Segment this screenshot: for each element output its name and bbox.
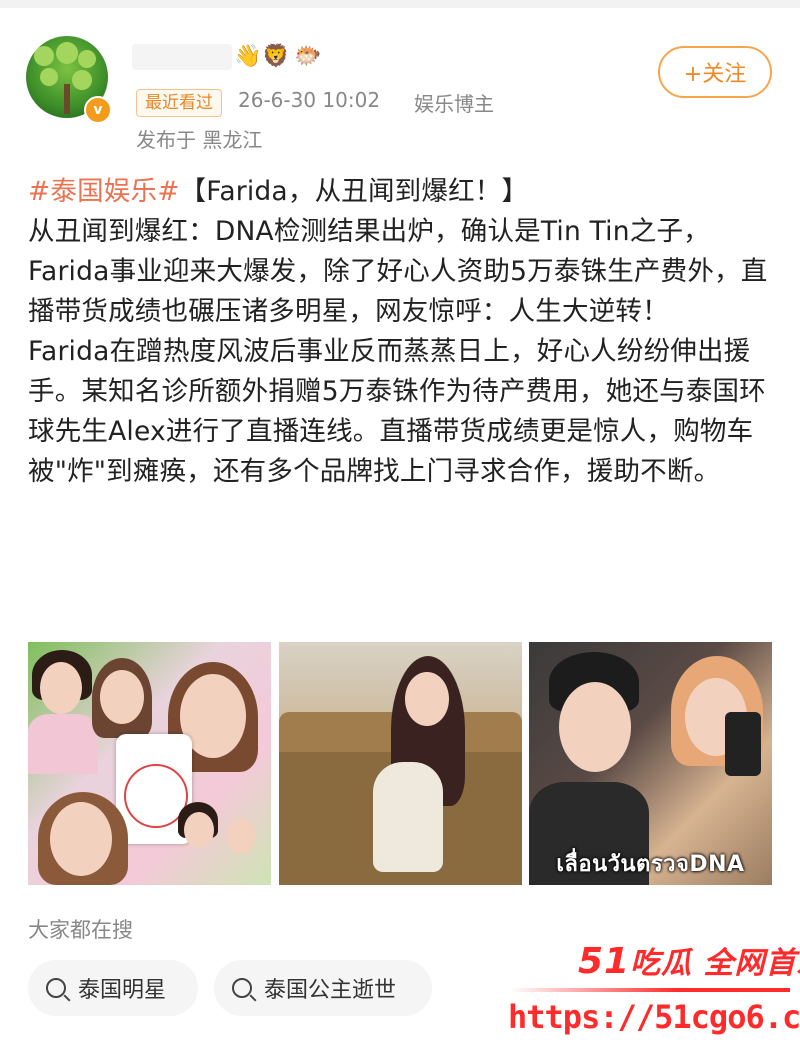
post-image-2[interactable]: [279, 642, 522, 885]
post-paragraph-1: 从丑闻到爆红：DNA检测结果出炉，确认是Tin Tin之子，Farida事业迎来…: [28, 216, 768, 327]
watermark-number: 51: [578, 941, 631, 982]
hashtag-link[interactable]: #泰国娱乐#: [28, 176, 180, 207]
lion-badge-icon: 🦁: [262, 44, 290, 69]
watermark-text: 吃瓜 全网首发: [630, 946, 800, 981]
post-body: #泰国娱乐#【Farida，从丑闻到爆红！】 从丑闻到爆红：DNA检测结果出炉，…: [28, 172, 774, 492]
post-source: 娱乐博主: [414, 92, 494, 116]
verified-badge-icon: v: [84, 96, 112, 124]
search-chip[interactable]: 泰国明星: [28, 960, 198, 1016]
watermark-url: https://51cgo6.com: [508, 998, 800, 1036]
post-image-1[interactable]: [28, 642, 271, 885]
watermark-brand: 51吃瓜 全网首发: [578, 938, 800, 982]
trending-search-title: 大家都在搜: [28, 918, 133, 942]
post-image-3[interactable]: เลื่อนวันตรวจDNA: [529, 642, 772, 885]
post-location: 发布于 黑龙江: [136, 128, 263, 152]
recent-viewed-tag: 最近看过: [136, 89, 222, 117]
image-3-caption: เลื่อนวันตรวจDNA: [556, 852, 745, 877]
username[interactable]: [132, 44, 232, 70]
watermark-underline: [510, 988, 790, 992]
post-time: 26-6-30 10:02: [238, 88, 381, 112]
search-icon: [46, 978, 66, 998]
search-chip[interactable]: 泰国公主逝世: [214, 960, 432, 1016]
post-title: 【Farida，从丑闻到爆红！】: [179, 176, 529, 207]
hand-icon: 👋: [234, 44, 262, 69]
search-icon: [232, 978, 252, 998]
top-divider: [0, 0, 800, 8]
search-chip-label: 泰国公主逝世: [264, 978, 397, 1003]
fish-badge-icon: 🐡: [294, 44, 322, 69]
search-chip-label: 泰国明星: [78, 978, 167, 1003]
post-paragraph-2: Farida在蹭热度风波后事业反而蒸蒸日上，好心人纷纷伸出援手。某知名诊所额外捐…: [28, 336, 766, 487]
follow-button[interactable]: +关注: [658, 46, 772, 98]
